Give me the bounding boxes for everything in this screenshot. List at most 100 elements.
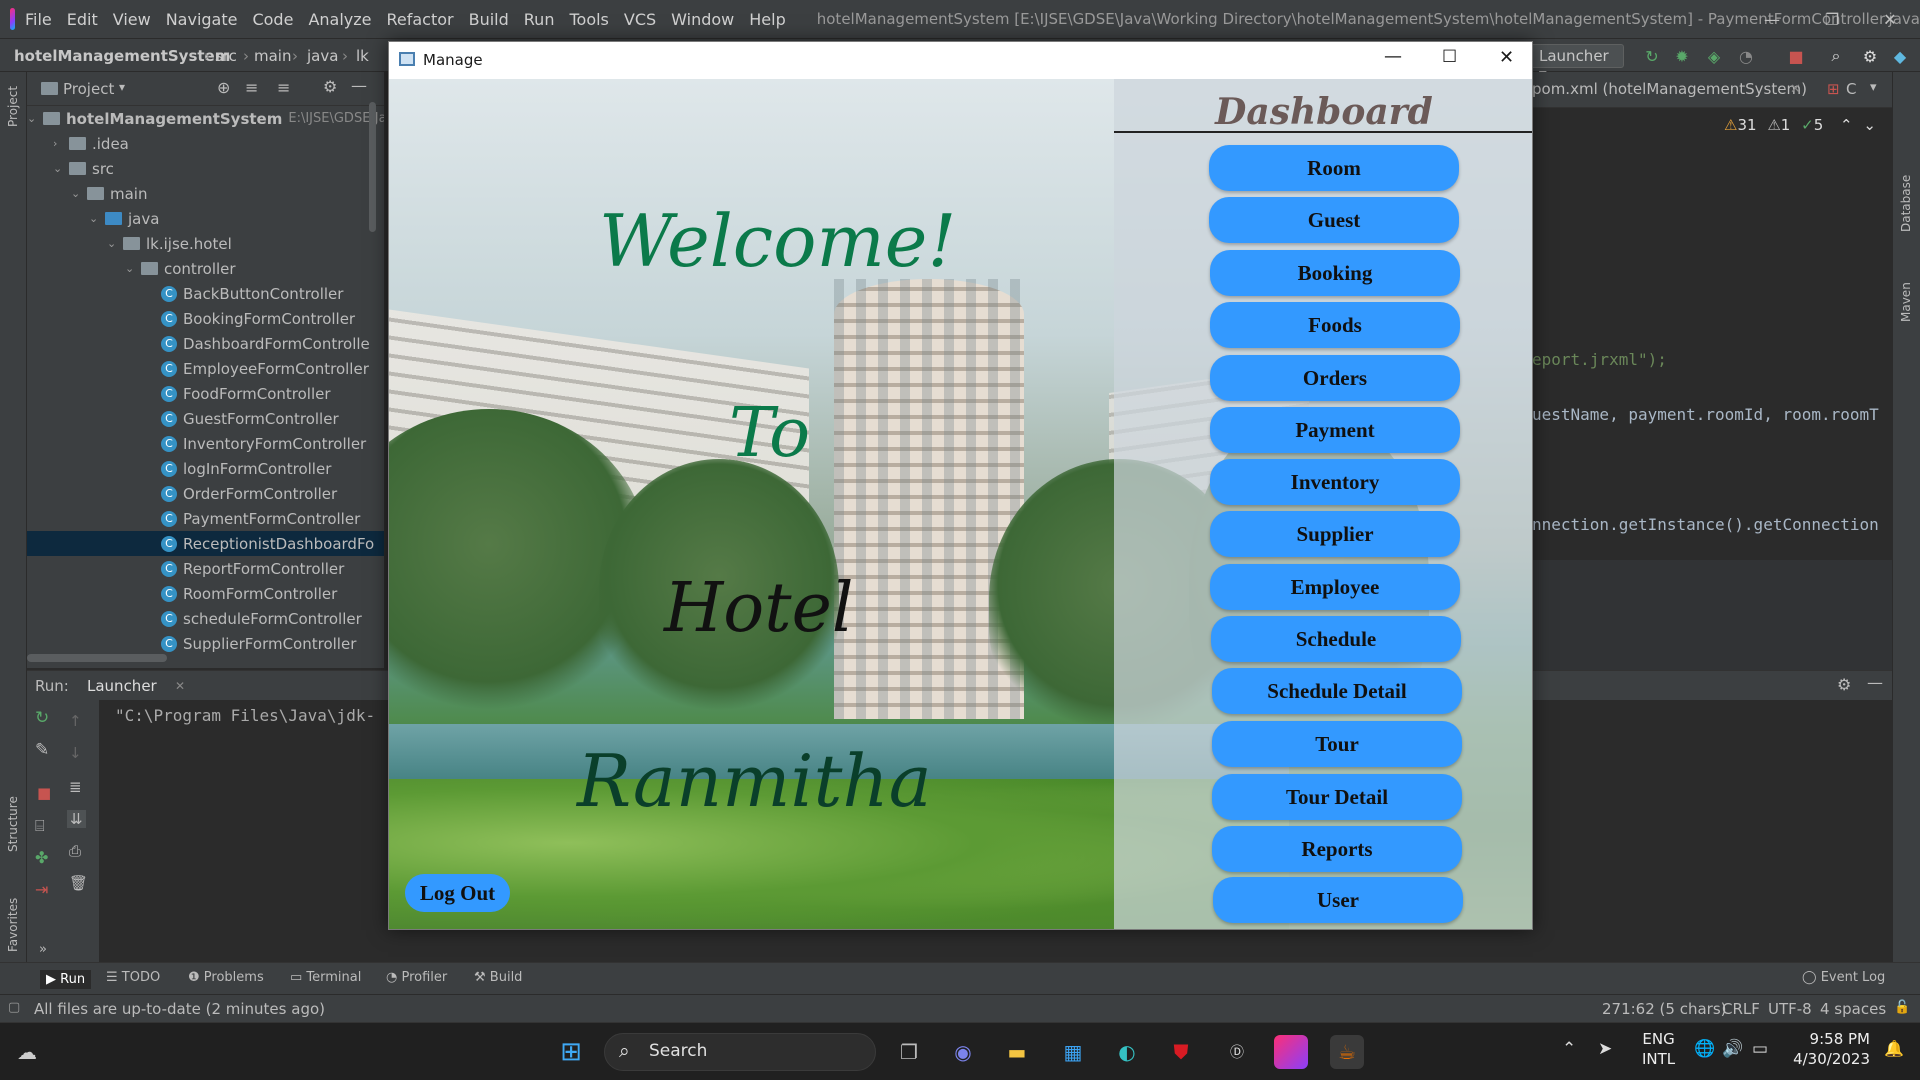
plugin-icon[interactable]: ◆ [1890,46,1910,66]
tooltab-terminal[interactable]: ▭ Terminal [290,970,361,985]
java-app-icon[interactable]: ☕ [1330,1035,1364,1069]
editor-tab-second[interactable]: C [1846,80,1856,98]
manage-maximize-icon[interactable]: ☐ [1442,47,1457,67]
panel-hide-icon[interactable]: — [351,76,367,95]
taskbar-search[interactable]: ⌕ Search [604,1033,876,1071]
inventory-button[interactable]: Inventory [1210,459,1460,505]
tree-class-item[interactable]: C ReceptionistDashboardFo [27,531,384,556]
status-toggle-icon[interactable]: ▢ [8,1000,20,1015]
edge-browser-icon[interactable]: ◐ [1110,1035,1144,1069]
run-tab-close-icon[interactable]: ✕ [175,679,185,693]
breadcrumb-java[interactable]: java [307,47,338,65]
tree-folder-item[interactable]: ⌄ java [27,206,384,231]
rerun-icon[interactable]: ↻ [1642,46,1662,66]
strip-structure[interactable]: Structure [6,796,20,852]
location-icon[interactable]: ➤ [1598,1039,1612,1059]
chevron-down-icon[interactable]: ⌄ [27,112,43,125]
tree-class-item[interactable]: C FoodFormController [27,381,384,406]
tree-folder-item[interactable]: ⌄ src [27,156,384,181]
tree-class-item[interactable]: C GuestFormController [27,406,384,431]
guest-button[interactable]: Guest [1209,197,1459,243]
tray-overflow-icon[interactable]: ⌃ [1562,1039,1576,1059]
wrench-icon[interactable]: ✎ [35,740,49,760]
chevron-down-icon[interactable]: ⌄ [89,212,105,225]
run-config-dropdown[interactable]: Launcher ▾ [1530,44,1624,83]
stop-icon[interactable]: ■ [1786,46,1806,66]
menu-help[interactable]: Help [749,10,785,29]
tree-class-item[interactable]: C InventoryFormController [27,431,384,456]
locate-icon[interactable]: ⊕ [217,78,230,97]
horizontal-scrollbar[interactable] [27,654,167,662]
up-icon[interactable]: ↑ [69,712,82,730]
supplier-button[interactable]: Supplier [1210,511,1460,557]
file-explorer-icon[interactable]: ▬ [1000,1035,1034,1069]
collapse-all-icon[interactable]: ≡ [277,78,290,97]
logout-button[interactable]: Log Out [405,874,510,912]
profile-icon[interactable]: ◔ [1736,46,1756,66]
tooltab-problems[interactable]: ❶ Problems [188,970,264,985]
tooltab-run[interactable]: ▶ Run [40,970,92,989]
editor-tab-pom[interactable]: pom.xml (hotelManagementSystem) [1532,80,1807,98]
strip-database[interactable]: Database [1899,175,1913,232]
tree-class-item[interactable]: C BookingFormController [27,306,384,331]
payment-button[interactable]: Payment [1210,407,1460,453]
vertical-scrollbar[interactable] [369,102,376,232]
run-hide-icon[interactable]: — [1867,673,1883,692]
prev-highlight-icon[interactable]: ⌃ [1840,116,1853,134]
manage-titlebar[interactable]: Manage — ☐ ✕ [389,42,1532,79]
tree-class-item[interactable]: C RoomFormController [27,581,384,606]
dell-icon[interactable]: Ⓓ [1220,1035,1254,1069]
menu-analyze[interactable]: Analyze [308,10,371,29]
chevron-down-icon[interactable]: ⌄ [71,187,87,200]
weather-icon[interactable]: ☁ [10,1035,44,1069]
menu-tools[interactable]: Tools [569,10,608,29]
rerun-icon[interactable]: ↻ [35,708,49,728]
tree-class-item[interactable]: C ReportFormController [27,556,384,581]
status-indent[interactable]: 4 spaces [1820,1000,1886,1018]
schedule-button[interactable]: Schedule [1211,616,1461,662]
tree-class-item[interactable]: C OrderFormController [27,481,384,506]
menu-window[interactable]: Window [671,10,734,29]
foods-button[interactable]: Foods [1210,302,1460,348]
manage-close-icon[interactable]: ✕ [1499,47,1514,68]
restore-layout-icon[interactable]: ✤ [35,848,48,867]
breadcrumb-main[interactable]: main [254,47,291,65]
chevron-down-icon[interactable]: ⌄ [125,262,141,275]
trash-icon[interactable]: 🗑 [69,874,88,892]
search-everywhere-icon[interactable]: ⌕ [1826,46,1846,66]
menu-view[interactable]: View [113,10,151,29]
event-log[interactable]: ◯ Event Log [1802,970,1885,985]
scroll-to-end-icon[interactable]: ⇊ [67,810,86,828]
ide-minimize-icon[interactable]: — [1748,0,1796,38]
task-view-icon[interactable]: ❐ [892,1035,926,1069]
globe-icon[interactable]: 🌐 [1694,1039,1715,1059]
intellij-taskbar-icon[interactable] [1274,1035,1308,1069]
tree-class-item[interactable]: C DashboardFormControlle [27,331,384,356]
tour-detail-button[interactable]: Tour Detail [1212,774,1462,820]
language-indicator[interactable]: ENG INTL [1642,1029,1675,1069]
mcafee-icon[interactable]: ⛊ [1164,1035,1198,1069]
schedule-detail-button[interactable]: Schedule Detail [1212,668,1462,714]
tree-class-item[interactable]: C PaymentFormController [27,506,384,531]
tree-class-item[interactable]: C EmployeeFormController [27,356,384,381]
tour-button[interactable]: Tour [1212,721,1462,767]
tree-class-item[interactable]: C SupplierFormController [27,631,384,656]
menu-refactor[interactable]: Refactor [386,10,453,29]
menu-run[interactable]: Run [524,10,555,29]
windows-start-icon[interactable]: ⊞ [554,1035,588,1069]
inspection-widget[interactable]: ⚠31 ⚠1 ✓5 ⌃ ⌄ [1724,116,1876,134]
orders-button[interactable]: Orders [1210,355,1460,401]
employee-button[interactable]: Employee [1210,564,1460,610]
teams-chat-icon[interactable]: ◉ [946,1035,980,1069]
settings-gear-icon[interactable]: ⚙ [1860,46,1880,66]
clock[interactable]: 9:58 PM 4/30/2023 [1790,1029,1870,1069]
ms-store-icon[interactable]: ▦ [1056,1035,1090,1069]
breadcrumb-src[interactable]: src [215,47,237,65]
status-line-sep[interactable]: CRLF [1722,1000,1760,1018]
ide-close-icon[interactable]: ✕ [1866,0,1914,38]
chevron-down-icon[interactable]: ⌄ [107,237,123,250]
notification-bell-icon[interactable]: 🔔 [1884,1039,1904,1058]
run-gear-icon[interactable]: ⚙ [1837,675,1851,694]
tooltab-build[interactable]: ⚒ Build [474,970,522,985]
menu-edit[interactable]: Edit [67,10,98,29]
